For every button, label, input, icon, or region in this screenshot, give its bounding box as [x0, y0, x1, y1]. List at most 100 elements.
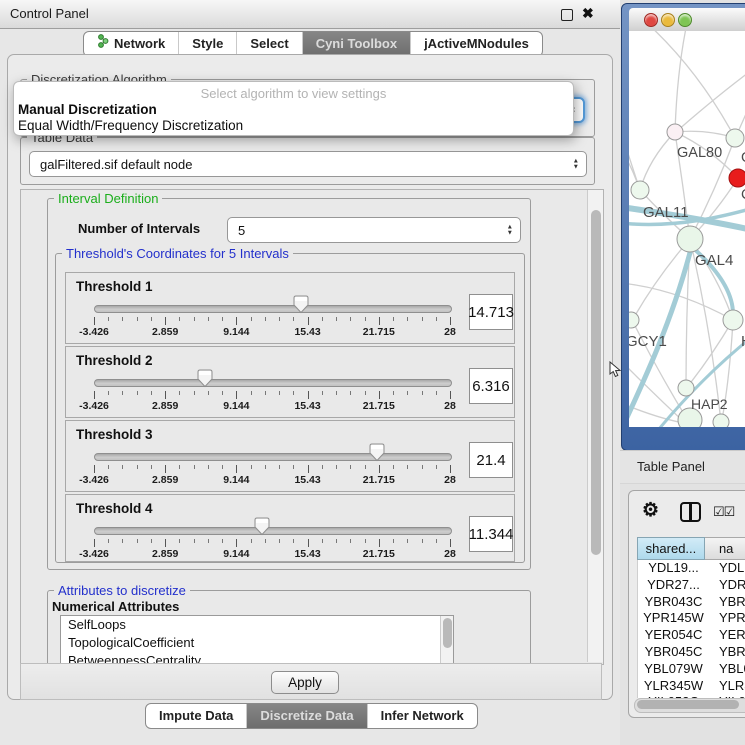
dropdown-placeholder: Select algorithm to view settings [14, 82, 573, 102]
threshold-3-value-field[interactable]: 21.4 [469, 442, 513, 478]
minor-tick [208, 317, 209, 321]
node-gal4[interactable] [677, 226, 703, 252]
major-tick [236, 391, 237, 399]
minor-tick [251, 317, 252, 321]
dropdown-item-equal-width[interactable]: Equal Width/Frequency Discretization [14, 118, 573, 134]
dropdown-item-manual-discretization[interactable]: Manual Discretization [14, 102, 573, 118]
major-tick [236, 465, 237, 473]
node-gcy1[interactable] [629, 312, 639, 328]
node-gal11[interactable] [631, 181, 649, 199]
threshold-2-slider[interactable]: -3.4262.8599.14415.4321.71528 [94, 375, 452, 415]
list-scrollbar[interactable] [440, 616, 453, 665]
slider-track[interactable] [94, 453, 452, 461]
table-row[interactable]: YPR145WYPR1 [638, 610, 745, 627]
cell-shared-name[interactable]: YER054C [638, 627, 709, 644]
node-ga[interactable] [726, 129, 744, 147]
cell-shared-name[interactable]: YBR043C [638, 594, 709, 611]
slider-track[interactable] [94, 379, 452, 387]
minor-tick [151, 317, 152, 321]
tick-label: 15.43 [294, 474, 320, 486]
table-row[interactable]: YBL079WYBL0 [638, 661, 745, 678]
minor-tick [122, 317, 123, 321]
list-item[interactable]: TopologicalCoefficient [61, 634, 453, 652]
table-row[interactable]: YBR043CYBR0 [638, 594, 745, 611]
close-traffic-light[interactable] [644, 13, 658, 27]
node-hap2[interactable] [678, 380, 694, 396]
tick-label: 21.715 [363, 400, 395, 412]
tab-select[interactable]: Select [236, 32, 301, 56]
combo-stepper-icon: ▲▼ [507, 225, 513, 236]
slider-track[interactable] [94, 305, 452, 313]
cell-name[interactable]: YLR3 [709, 678, 745, 695]
cell-shared-name[interactable]: YDR27... [638, 577, 709, 594]
tick-label: 9.144 [223, 326, 249, 338]
cell-shared-name[interactable]: YDL19... [638, 560, 709, 577]
settings-scrollbar[interactable] [587, 190, 603, 662]
cell-shared-name[interactable]: YBR045C [638, 644, 709, 661]
table-horizontal-scrollbar[interactable] [634, 698, 745, 713]
network-canvas[interactable]: GAL80 GA C GAL11 GAL4 GCY1 H HAP2 [629, 31, 745, 427]
cyni-toolbox-panel: Discretization Algorithm ▲▼ Table Data g… [7, 54, 613, 700]
tick-label: -3.426 [79, 548, 109, 560]
cell-shared-name[interactable]: YLR345W [638, 678, 709, 695]
cell-name[interactable]: YBL0 [709, 661, 745, 678]
minor-tick [151, 391, 152, 395]
zoom-traffic-light[interactable] [678, 13, 692, 27]
table-row[interactable]: YBR045CYBR0 [638, 644, 745, 661]
cell-name[interactable]: YPR1 [709, 610, 745, 627]
cell-name[interactable]: YBR0 [709, 644, 745, 661]
tab-jactivemnodules[interactable]: jActiveMNodules [410, 32, 542, 56]
major-tick [94, 391, 95, 399]
slider-thumb[interactable] [254, 517, 270, 536]
tab-style[interactable]: Style [178, 32, 236, 56]
tab-network[interactable]: Network [84, 32, 178, 56]
tab-discretize-data[interactable]: Discretize Data [246, 704, 366, 728]
select-checkboxes-icon[interactable]: ☑☑ [713, 504, 734, 520]
major-tick [379, 539, 380, 547]
cell-name[interactable]: YDL1 [709, 560, 745, 577]
table-row[interactable]: YDR27...YDR2 [638, 577, 745, 594]
minor-tick [322, 317, 323, 321]
columns-icon[interactable] [680, 502, 701, 522]
list-item[interactable]: SelfLoops [61, 616, 453, 634]
tab-infer-network[interactable]: Infer Network [367, 704, 477, 728]
minor-tick [365, 391, 366, 395]
close-icon[interactable]: ✖ [582, 5, 594, 22]
cell-name[interactable]: YER0 [709, 627, 745, 644]
tab-impute-data[interactable]: Impute Data [146, 704, 246, 728]
tab-cyni-toolbox[interactable]: Cyni Toolbox [302, 32, 410, 56]
threshold-3-slider[interactable]: -3.4262.8599.14415.4321.71528 [94, 449, 452, 489]
table-row[interactable]: YER054CYER0 [638, 627, 745, 644]
threshold-4-slider[interactable]: -3.4262.8599.14415.4321.71528 [94, 523, 452, 563]
cell-shared-name[interactable]: YPR145W [638, 610, 709, 627]
node-gal80[interactable] [667, 124, 683, 140]
threshold-1-value-field[interactable]: 14.713 [469, 294, 513, 330]
minor-tick [208, 539, 209, 543]
node-bottom-small[interactable] [713, 414, 729, 427]
number-of-intervals-combo[interactable]: 5 ▲▼ [227, 217, 521, 243]
slider-thumb[interactable] [369, 443, 385, 462]
cell-shared-name[interactable]: YBL079W [638, 661, 709, 678]
numerical-attributes-list[interactable]: SelfLoopsTopologicalCoefficientBetweenne… [60, 615, 454, 665]
slider-thumb[interactable] [293, 295, 309, 314]
float-window-icon[interactable] [561, 9, 573, 21]
cell-name[interactable]: YBR0 [709, 594, 745, 611]
table-data-combo[interactable]: galFiltered.sif default node ▲▼ [29, 151, 587, 177]
gear-icon[interactable]: ⚙ [642, 499, 659, 522]
cell-name[interactable]: YDR2 [709, 577, 745, 594]
minor-tick [251, 465, 252, 469]
minimize-traffic-light[interactable] [661, 13, 675, 27]
slider-track[interactable] [94, 527, 452, 535]
column-header-name[interactable]: na [705, 537, 745, 560]
slider-thumb[interactable] [197, 369, 213, 388]
threshold-4-value-field[interactable]: 11.344 [469, 516, 513, 552]
threshold-2-value-field[interactable]: 6.316 [469, 368, 513, 404]
table-row[interactable]: YLR345WYLR3 [638, 678, 745, 695]
node-red[interactable] [729, 169, 745, 187]
threshold-1-slider[interactable]: -3.4262.8599.14415.4321.71528 [94, 301, 452, 341]
apply-button[interactable]: Apply [271, 671, 339, 694]
column-header-shared[interactable]: shared... [637, 537, 705, 560]
node-h[interactable] [723, 310, 743, 330]
network-window-titlebar[interactable] [629, 8, 745, 32]
table-row[interactable]: YDL19...YDL1 [638, 560, 745, 577]
